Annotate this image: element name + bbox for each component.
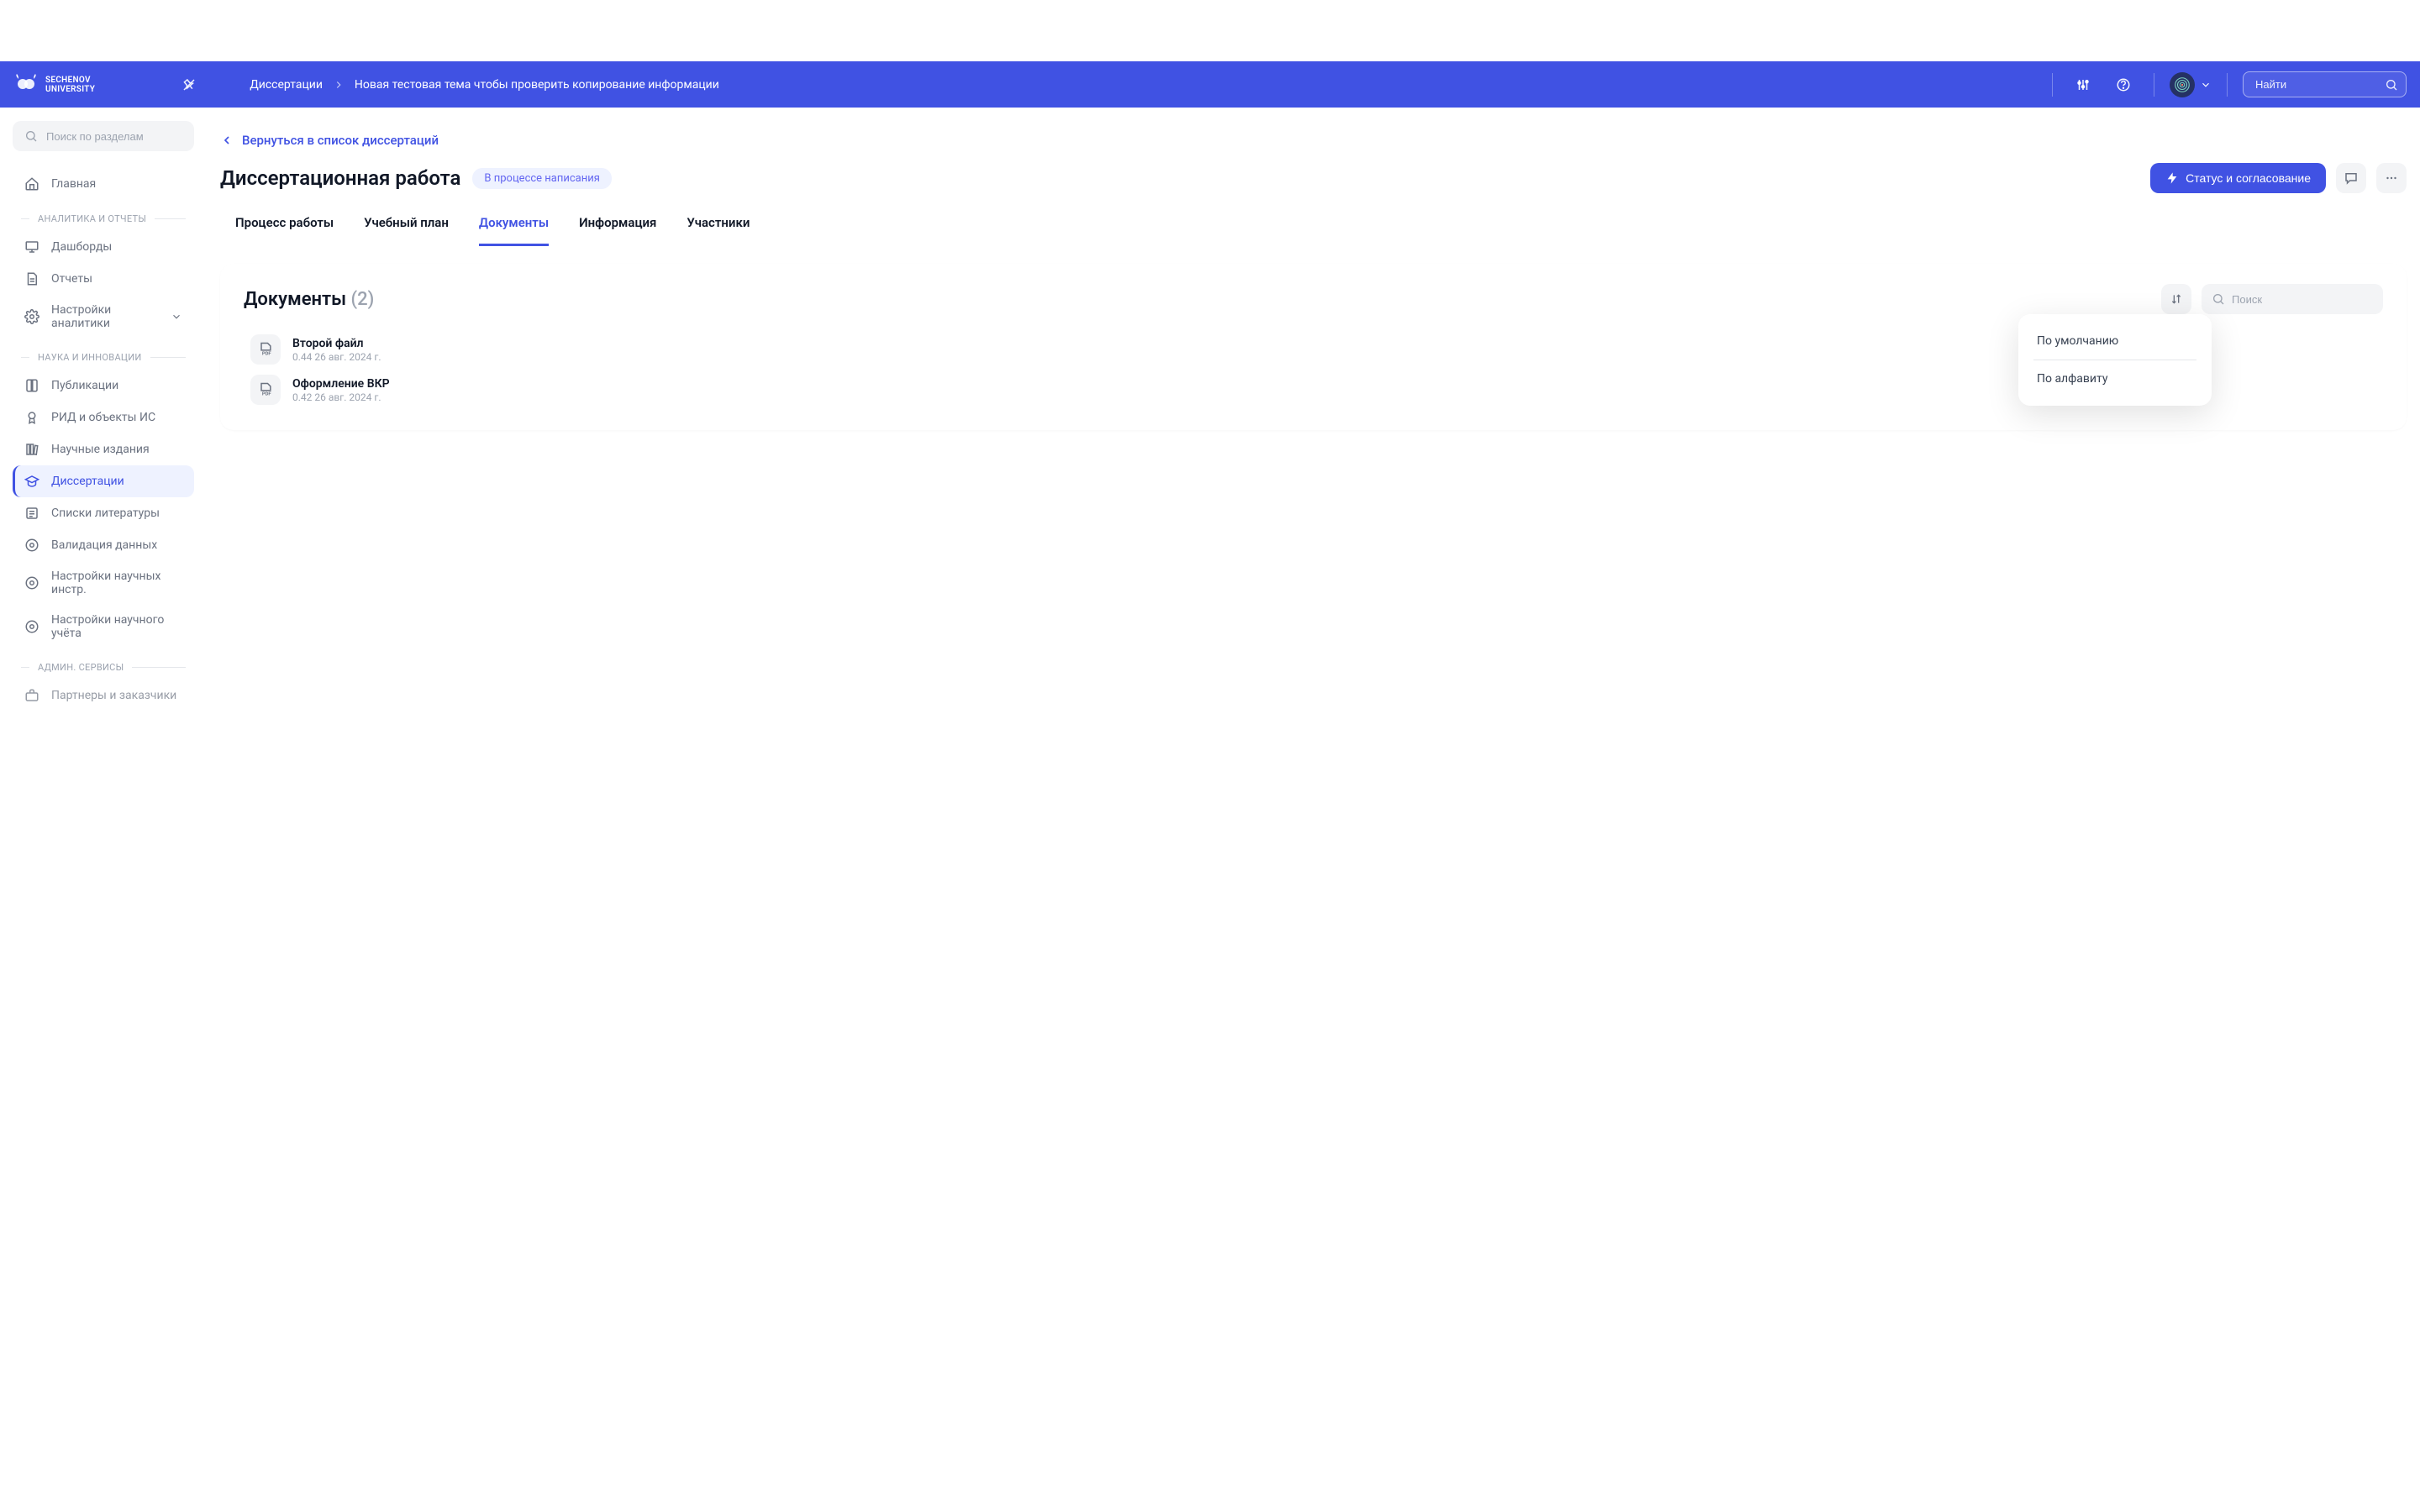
graduation-icon — [24, 474, 39, 489]
sort-button[interactable] — [2161, 284, 2191, 314]
sidebar-item-label: Настройки аналитики — [51, 303, 159, 330]
breadcrumb: Диссертации Новая тестовая тема чтобы пр… — [250, 78, 719, 92]
sidebar-section-science: НАУКА И ИННОВАЦИИ — [13, 339, 194, 370]
card-title: Документы (2) — [244, 289, 374, 310]
sidebar: Главная АНАЛИТИКА И ОТЧЕТЫ Дашборды Отче… — [0, 108, 207, 725]
books-icon — [24, 442, 39, 457]
gear-icon — [24, 619, 39, 634]
more-button[interactable] — [2376, 163, 2407, 193]
back-link-label: Вернуться в список диссертаций — [242, 133, 439, 148]
app-header: SECHENOV UNIVERSITY Диссертации Новая те… — [0, 61, 2420, 108]
sidebar-section-analytics: АНАЛИТИКА И ОТЧЕТЫ — [13, 200, 194, 231]
logo-icon — [13, 72, 39, 97]
sidebar-item-label: Публикации — [51, 379, 118, 392]
presentation-icon — [24, 239, 39, 255]
chevron-down-icon — [171, 311, 182, 323]
chevron-right-icon — [333, 79, 345, 91]
tab-participants[interactable]: Участники — [687, 215, 750, 246]
back-link[interactable]: Вернуться в список диссертаций — [220, 133, 439, 148]
documents-card: Документы (2) PDF Второй фай — [220, 264, 2407, 430]
top-spacer — [0, 0, 2420, 61]
chevron-down-icon — [2200, 79, 2212, 91]
status-button[interactable]: Статус и согласование — [2150, 163, 2326, 193]
content: Вернуться в список диссертаций Диссертац… — [207, 108, 2420, 725]
sidebar-item-label: Главная — [51, 177, 96, 191]
document-meta: 0.42 26 авг. 2024 г. — [292, 391, 390, 403]
sidebar-item-dashboards[interactable]: Дашборды — [13, 231, 194, 263]
gear-icon — [24, 575, 39, 591]
sidebar-item-label: Научные издания — [51, 443, 150, 456]
sidebar-item-analytics-settings[interactable]: Настройки аналитики — [13, 295, 194, 339]
tab-process[interactable]: Процесс работы — [235, 215, 334, 246]
sidebar-item-label: Списки литературы — [51, 507, 160, 520]
sidebar-item-publications[interactable]: Публикации — [13, 370, 194, 402]
sidebar-section-admin: АДМИН. СЕРВИСЫ — [13, 648, 194, 680]
sidebar-item-home[interactable]: Главная — [13, 168, 194, 200]
status-badge: В процессе написания — [472, 168, 611, 189]
comments-button[interactable] — [2336, 163, 2366, 193]
lightning-icon — [2165, 171, 2179, 185]
sidebar-item-label: Валидация данных — [51, 538, 157, 552]
document-meta: 0.44 26 авг. 2024 г. — [292, 351, 381, 363]
page-title: Диссертационная работа — [220, 166, 460, 190]
logo-text-bottom: UNIVERSITY — [45, 85, 95, 94]
sidebar-item-lit-lists[interactable]: Списки литературы — [13, 497, 194, 529]
sort-option-alpha[interactable]: По алфавиту — [2028, 360, 2202, 397]
tab-info[interactable]: Информация — [579, 215, 656, 246]
divider — [2052, 73, 2053, 97]
tab-documents[interactable]: Документы — [479, 215, 549, 246]
tabs: Процесс работы Учебный план Документы Ин… — [220, 215, 2407, 247]
search-icon — [2212, 292, 2225, 306]
svg-text:PDF: PDF — [262, 352, 272, 357]
sidebar-item-label: РИД и объекты ИС — [51, 411, 155, 424]
sidebar-search-input[interactable] — [13, 121, 194, 151]
sidebar-item-dissertations[interactable]: Диссертации — [13, 465, 194, 497]
list-icon — [24, 506, 39, 521]
breadcrumb-item-1[interactable]: Диссертации — [250, 78, 323, 92]
pin-icon[interactable] — [176, 71, 203, 98]
home-icon — [24, 176, 39, 192]
search-icon[interactable] — [2385, 78, 2398, 92]
book-icon — [24, 378, 39, 393]
sidebar-item-label: Партнеры и заказчики — [51, 689, 176, 702]
logo-text-top: SECHENOV — [45, 76, 95, 85]
sidebar-item-validation[interactable]: Валидация данных — [13, 529, 194, 561]
settings-sliders-icon[interactable] — [2068, 70, 2098, 100]
documents-search-input[interactable] — [2202, 284, 2383, 314]
user-menu[interactable] — [2170, 72, 2212, 97]
status-button-label: Статус и согласование — [2186, 171, 2311, 185]
award-icon — [24, 410, 39, 425]
tab-plan[interactable]: Учебный план — [364, 215, 449, 246]
sidebar-item-label: Диссертации — [51, 475, 124, 488]
sidebar-item-label: Настройки научных инстр. — [51, 570, 182, 596]
sidebar-item-editions[interactable]: Научные издания — [13, 433, 194, 465]
sidebar-item-sci-account[interactable]: Настройки научного учёта — [13, 605, 194, 648]
divider — [2227, 73, 2228, 97]
pdf-icon: PDF — [250, 375, 281, 405]
breadcrumb-item-2[interactable]: Новая тестовая тема чтобы проверить копи… — [355, 78, 719, 92]
sort-dropdown: По умолчанию По алфавиту — [2018, 314, 2212, 406]
document-name: Второй файл — [292, 337, 381, 350]
sidebar-item-label: Настройки научного учёта — [51, 613, 182, 640]
help-icon[interactable] — [2108, 70, 2139, 100]
sidebar-item-label: Отчеты — [51, 272, 92, 286]
document-name: Оформление ВКР — [292, 377, 390, 391]
sidebar-item-partners[interactable]: Партнеры и заказчики — [13, 680, 194, 711]
sidebar-item-sci-tools[interactable]: Настройки научных инстр. — [13, 561, 194, 605]
logo[interactable]: SECHENOV UNIVERSITY — [13, 72, 95, 97]
search-icon — [24, 129, 38, 143]
gear-icon — [24, 309, 39, 324]
svg-text:PDF: PDF — [262, 392, 272, 397]
avatar — [2170, 72, 2195, 97]
document-icon — [24, 271, 39, 286]
chevron-left-icon — [220, 134, 234, 147]
briefcase-icon — [24, 688, 39, 703]
gear-icon — [24, 538, 39, 553]
pdf-icon: PDF — [250, 334, 281, 365]
sidebar-item-label: Дашборды — [51, 240, 112, 254]
sidebar-item-rid[interactable]: РИД и объекты ИС — [13, 402, 194, 433]
sort-option-default[interactable]: По умолчанию — [2028, 323, 2202, 360]
sidebar-item-reports[interactable]: Отчеты — [13, 263, 194, 295]
global-search-input[interactable] — [2243, 71, 2407, 97]
